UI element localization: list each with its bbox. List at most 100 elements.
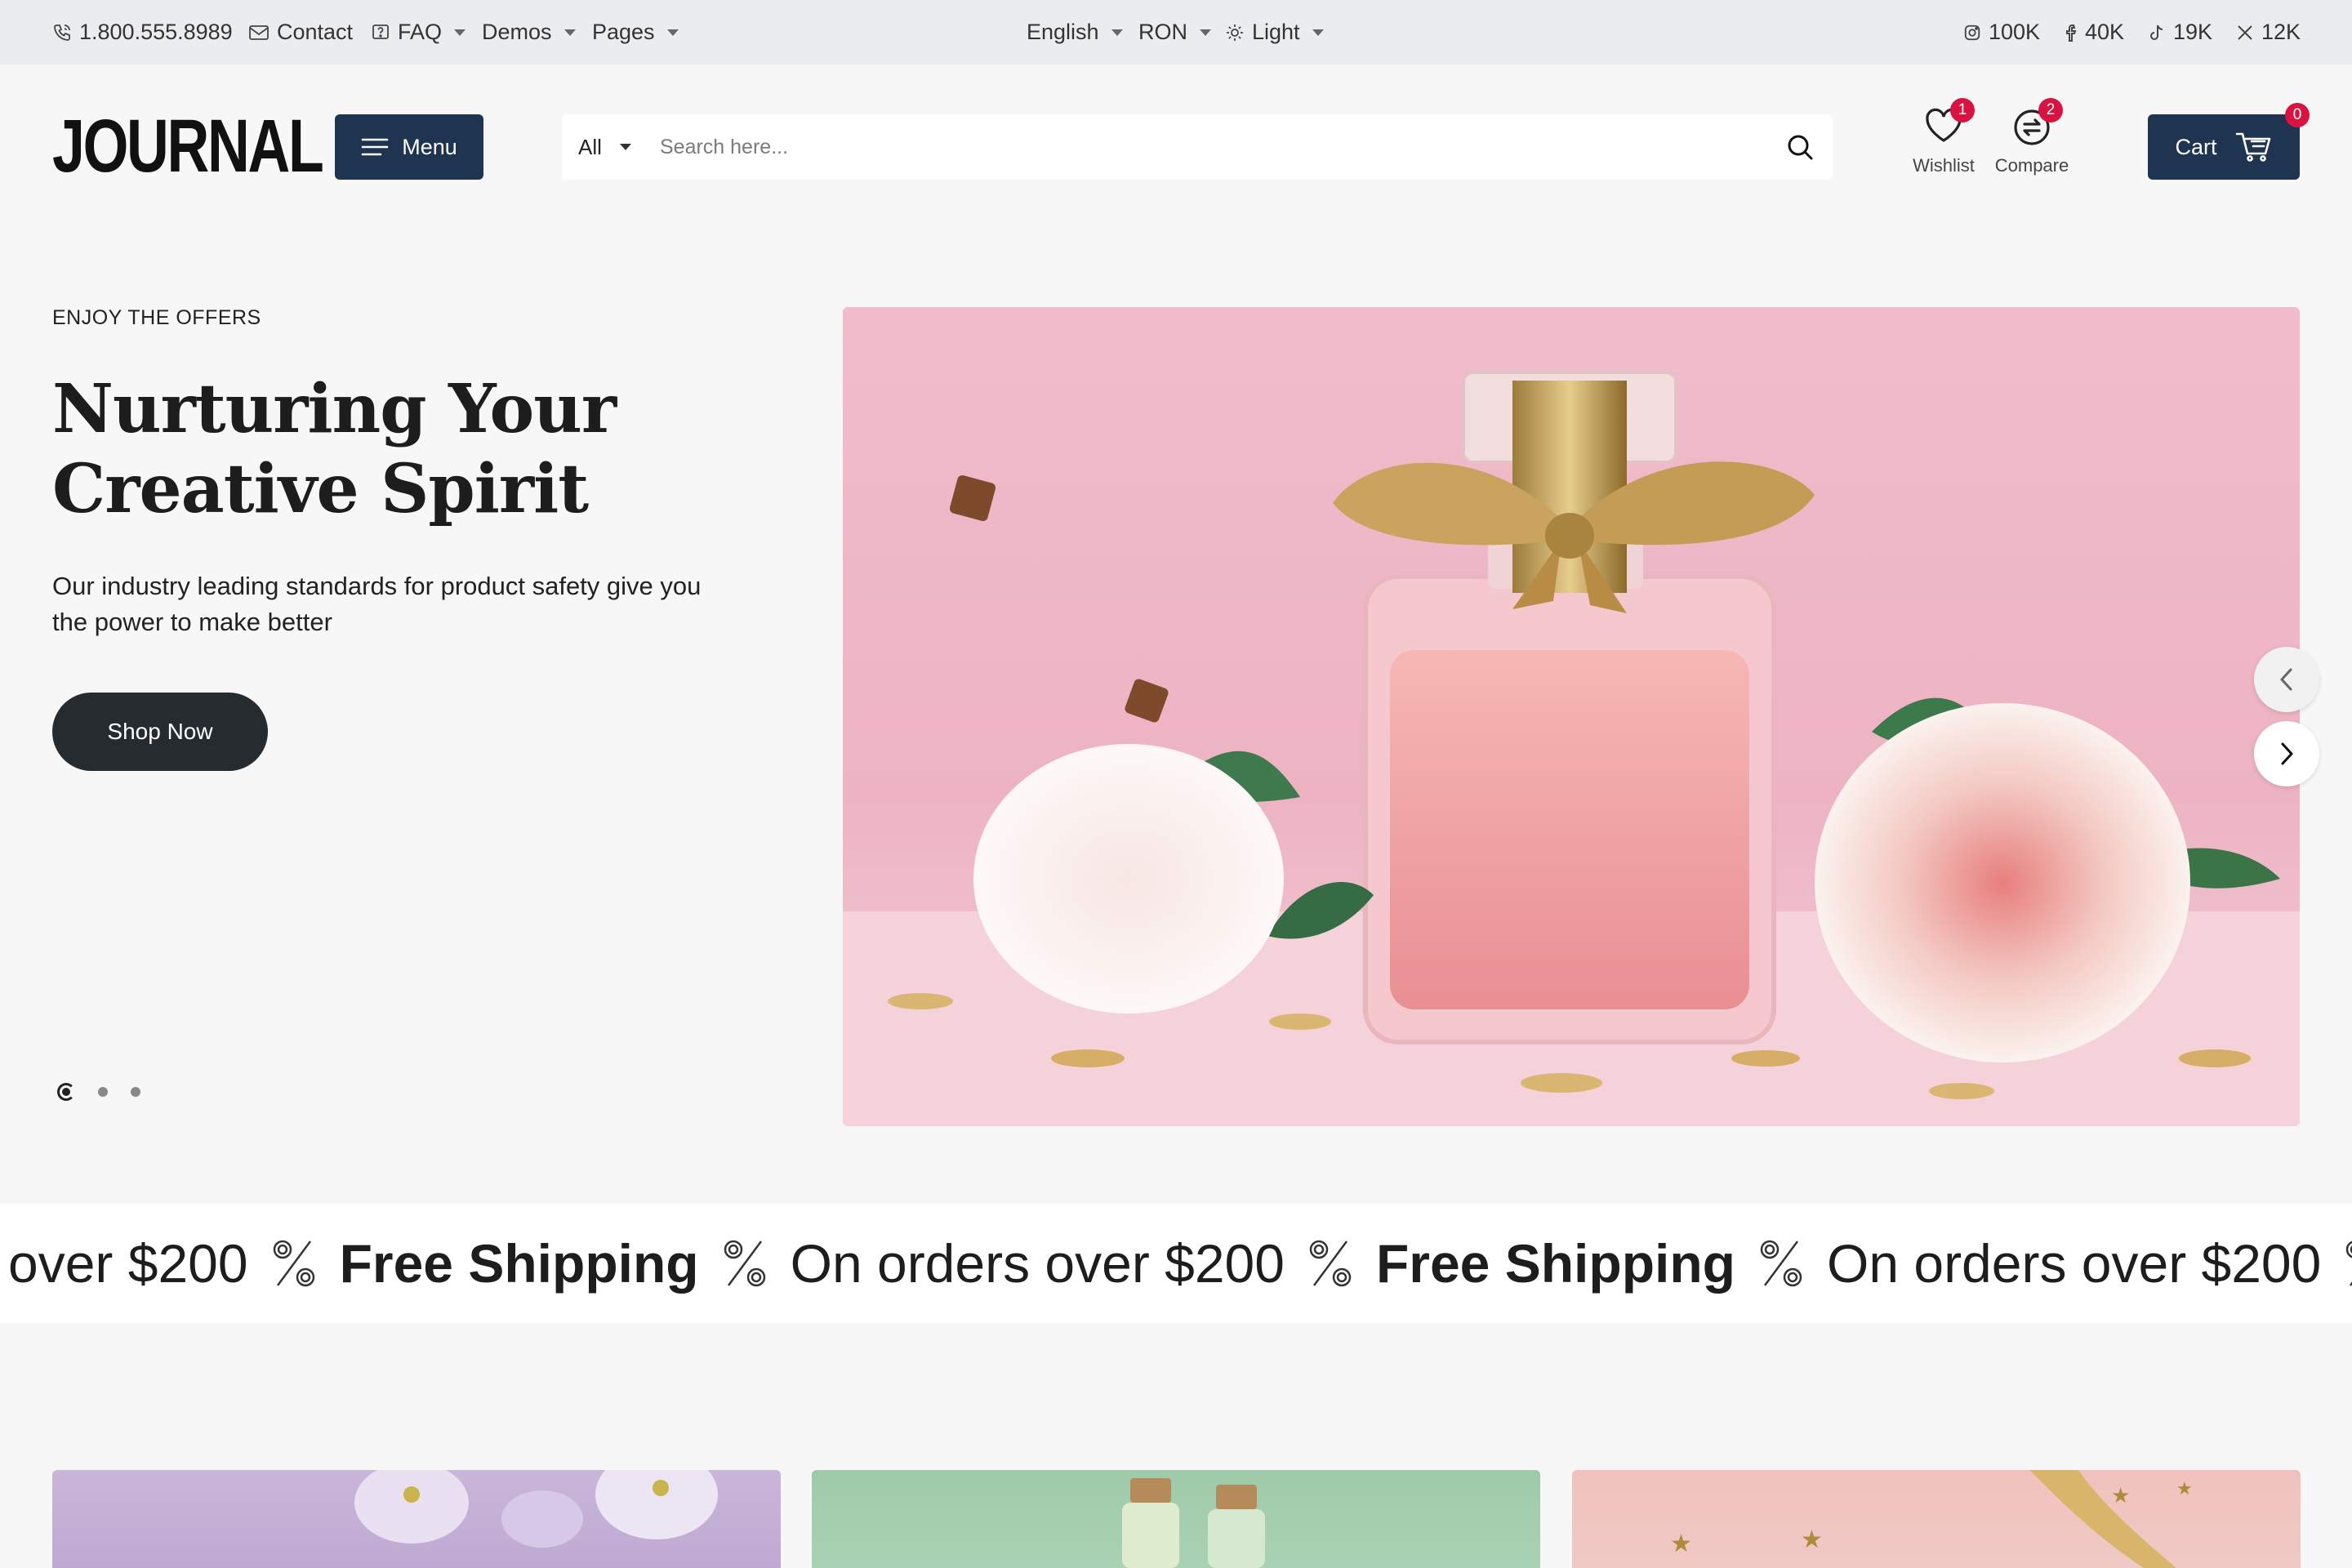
slide-dot-1-active[interactable] xyxy=(57,1083,75,1101)
sun-icon xyxy=(1227,24,1243,41)
marquee-regular-text: On orders over $200 xyxy=(1826,1233,2322,1294)
pages-menu[interactable]: Pages xyxy=(592,0,679,65)
category-card-oils[interactable] xyxy=(812,1470,1540,1568)
chevron-right-icon xyxy=(2281,742,2293,765)
menu-button[interactable]: Menu xyxy=(335,114,483,180)
compare-button[interactable]: 2 Compare xyxy=(1983,98,2081,183)
hero-image-perfume xyxy=(843,307,2300,1126)
category-card-gifts[interactable]: ★ ★ ★ ★ xyxy=(1572,1470,2301,1568)
marquee-item: Free Shipping xyxy=(1376,1232,1827,1294)
language-value: English xyxy=(1027,20,1099,44)
facebook-count: 40K xyxy=(2085,20,2125,44)
pages-label: Pages xyxy=(592,20,655,44)
instagram-link[interactable]: 100K xyxy=(1963,0,2040,65)
chevron-down-icon xyxy=(619,144,631,150)
cart-count-badge: 0 xyxy=(2285,103,2310,127)
demos-menu[interactable]: Demos xyxy=(482,0,576,65)
svg-text:★: ★ xyxy=(2176,1479,2193,1499)
perfume-illustration xyxy=(843,371,2300,1126)
percent-icon xyxy=(1760,1240,1802,1287)
tiktok-icon xyxy=(2150,24,2163,40)
marquee-bold-text: Free Shipping xyxy=(339,1233,699,1294)
marquee-item: Free Shipping xyxy=(340,1232,791,1294)
compare-count-badge: 2 xyxy=(2038,98,2063,122)
slide-dot-3[interactable] xyxy=(131,1087,140,1097)
hero-title-line-2: Creative Spirit xyxy=(52,450,589,528)
facebook-link[interactable]: 40K xyxy=(2065,0,2124,65)
svg-text:★: ★ xyxy=(2111,1484,2130,1508)
marquee-regular-text: On orders over $200 xyxy=(790,1233,1285,1294)
demos-label: Demos xyxy=(482,20,552,44)
hero-title-line-1: Nurturing Your xyxy=(52,370,617,448)
menu-label: Menu xyxy=(402,134,457,159)
x-count: 12K xyxy=(2261,20,2301,44)
chevron-down-icon xyxy=(564,29,576,36)
facebook-icon xyxy=(2066,24,2077,42)
marquee-item: On orders over $200 xyxy=(1827,1232,2352,1294)
chevron-down-icon xyxy=(1111,29,1123,36)
percent-icon xyxy=(1309,1240,1352,1287)
contact-link[interactable]: Contact xyxy=(248,0,353,65)
tiktok-link[interactable]: 19K xyxy=(2148,0,2212,65)
faq-menu[interactable]: FAQ xyxy=(371,0,466,65)
phone-number: 1.800.555.8989 xyxy=(79,20,233,44)
mail-icon xyxy=(249,24,269,40)
help-icon xyxy=(372,24,389,39)
compare-label: Compare xyxy=(1994,155,2069,176)
flowers-image xyxy=(354,1470,718,1548)
svg-text:★: ★ xyxy=(1670,1530,1692,1558)
category-card-floral[interactable] xyxy=(52,1470,781,1568)
chevron-down-icon xyxy=(1312,29,1324,36)
language-select[interactable]: English xyxy=(1027,0,1123,65)
contact-label: Contact xyxy=(277,20,354,44)
svg-text:★: ★ xyxy=(1801,1526,1823,1554)
instagram-icon xyxy=(1964,24,1980,40)
slider-prev-button[interactable] xyxy=(2254,647,2319,712)
faq-label: FAQ xyxy=(398,20,443,44)
hero-subtitle: Our industry leading standards for produ… xyxy=(52,572,702,636)
hamburger-icon xyxy=(361,138,389,156)
phone-link[interactable]: 1.800.555.8989 xyxy=(52,0,233,65)
oil-bottles-image xyxy=(1122,1478,1265,1568)
cart-icon xyxy=(2235,132,2270,162)
cart-label: Cart xyxy=(2175,134,2217,159)
hero-kicker: ENJOY THE OFFERS xyxy=(52,306,261,329)
chevron-left-icon xyxy=(2280,668,2292,691)
marquee-item: ers over $200 xyxy=(0,1232,340,1294)
percent-icon xyxy=(724,1240,765,1287)
percent-icon xyxy=(273,1240,314,1287)
theme-value: Light xyxy=(1252,20,1300,44)
chevron-down-icon xyxy=(454,29,466,36)
slide-dot-2[interactable] xyxy=(98,1087,108,1097)
search-bar: All xyxy=(562,114,1833,180)
marquee-fragment: ers over $200 xyxy=(0,1233,248,1294)
shop-now-button[interactable]: Shop Now xyxy=(52,693,268,771)
currency-value: RON xyxy=(1138,20,1187,44)
wishlist-count-badge: 1 xyxy=(1950,98,1975,122)
marquee-bold-text: Free Shipping xyxy=(1375,1233,1735,1294)
search-category-value: All xyxy=(578,134,602,159)
currency-select[interactable]: RON xyxy=(1138,0,1211,65)
phone-icon xyxy=(54,24,70,41)
slider-pagination xyxy=(57,1083,140,1101)
top-bar: 1.800.555.8989 Contact FAQ Demos Pages E… xyxy=(0,0,2352,65)
chevron-down-icon xyxy=(666,29,679,36)
tiktok-count: 19K xyxy=(2173,20,2213,44)
instagram-count: 100K xyxy=(1989,20,2041,44)
search-input[interactable] xyxy=(660,114,1722,180)
search-icon[interactable] xyxy=(1784,131,1816,163)
gift-ribbon-image: ★ ★ ★ ★ xyxy=(1670,1470,2193,1568)
percent-icon xyxy=(2346,1241,2352,1286)
search-category-select[interactable]: All xyxy=(578,114,631,180)
marquee-track: ers over $200 Free Shipping On orders ov… xyxy=(0,1204,2352,1323)
chevron-down-icon xyxy=(1200,29,1211,36)
site-logo[interactable]: JOURNAL xyxy=(52,109,324,184)
promo-marquee: ers over $200 Free Shipping On orders ov… xyxy=(0,1204,2352,1323)
x-link[interactable]: 12K xyxy=(2236,0,2301,65)
slider-next-button[interactable] xyxy=(2254,721,2319,786)
hero-title: Nurturing Your Creative Spirit xyxy=(52,369,787,529)
x-icon xyxy=(2238,24,2252,40)
theme-select[interactable]: Light xyxy=(1225,0,1324,65)
cart-button[interactable]: Cart xyxy=(2148,114,2300,180)
wishlist-button[interactable]: 1 Wishlist xyxy=(1895,98,1993,183)
